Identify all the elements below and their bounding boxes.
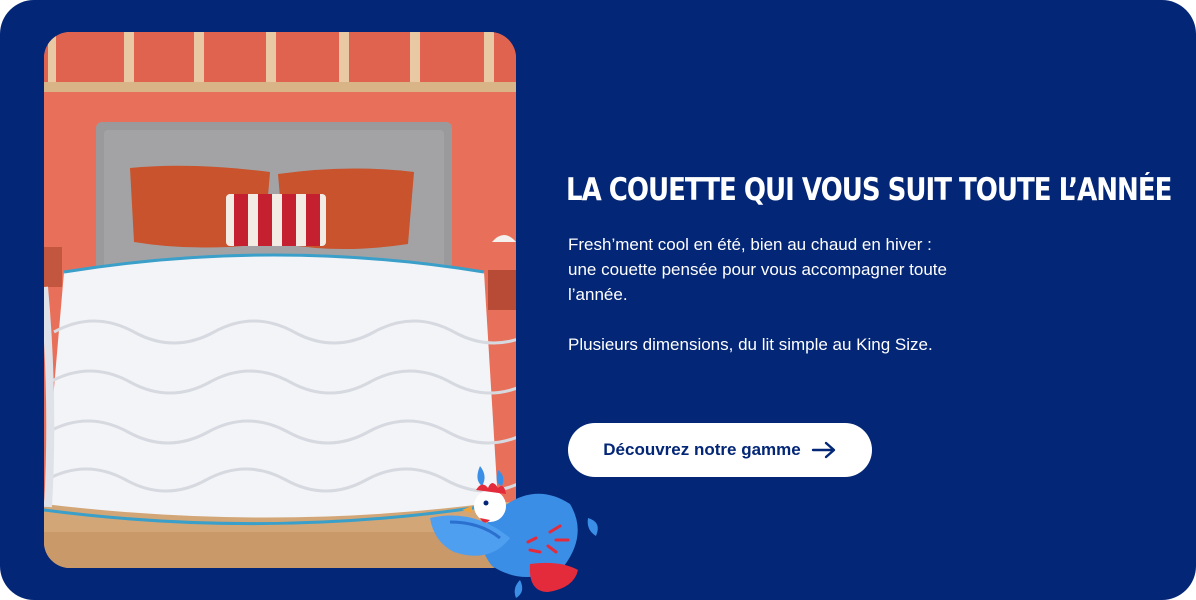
banner-description: Fresh’ment cool en été, bien au chaud en… bbox=[568, 232, 1008, 357]
rooster-mascot-icon bbox=[420, 460, 610, 600]
arrow-right-icon bbox=[811, 441, 837, 459]
description-paragraph-1: Fresh’ment cool en été, bien au chaud en… bbox=[568, 232, 1008, 307]
promo-banner: LA COUETTE QUI VOUS SUIT TOUTE L’ANNÉE F… bbox=[0, 0, 1196, 600]
description-line: l’année. bbox=[568, 285, 628, 304]
banner-title: LA COUETTE QUI VOUS SUIT TOUTE L’ANNÉE bbox=[566, 172, 1172, 208]
discover-range-button[interactable]: Découvrez notre gamme bbox=[568, 423, 872, 477]
description-paragraph-2: Plusieurs dimensions, du lit simple au K… bbox=[568, 335, 933, 354]
description-line: Fresh’ment cool en été, bien au chaud en… bbox=[568, 235, 932, 254]
cta-label: Découvrez notre gamme bbox=[603, 440, 801, 459]
description-line: une couette pensée pour vous accompagner… bbox=[568, 260, 947, 279]
